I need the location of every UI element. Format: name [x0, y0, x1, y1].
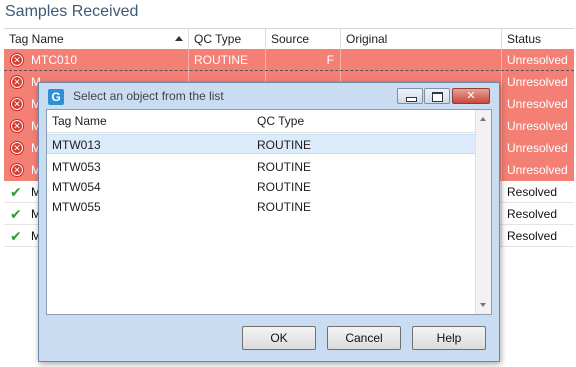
scroll-down-icon[interactable] [480, 303, 486, 307]
cell-status: Unresolved [507, 163, 568, 177]
error-icon [10, 53, 24, 67]
checkmark-icon: ✔ [10, 206, 22, 222]
error-icon [10, 119, 24, 133]
column-header-original[interactable]: Original [341, 29, 502, 49]
list-scrollbar[interactable] [475, 110, 491, 314]
table-row[interactable]: MTC010 ROUTINE F Unresolved [4, 49, 574, 71]
close-icon: ✕ [466, 90, 476, 102]
list-header: Tag Name QC Type [47, 110, 477, 133]
cell-source: F [266, 49, 341, 71]
error-icon [10, 75, 24, 89]
cell-status: Resolved [507, 207, 558, 221]
cell-status: Resolved [507, 185, 558, 199]
list-item[interactable]: MTW054 ROUTINE [47, 177, 477, 197]
ok-button[interactable]: OK [242, 326, 316, 350]
select-object-dialog: G Select an object from the list ✕ Tag N… [38, 82, 500, 362]
error-icon [10, 163, 24, 177]
cell-status: Unresolved [507, 75, 568, 89]
list-item[interactable]: MTW053 ROUTINE [47, 157, 477, 177]
cell-qc: ROUTINE [189, 49, 266, 71]
help-button[interactable]: Help [412, 326, 486, 350]
cell-status: Unresolved [507, 97, 568, 111]
error-icon [10, 141, 24, 155]
cell-original [341, 49, 502, 71]
cell-status: Resolved [507, 229, 558, 243]
list-item-tag: MTW013 [52, 138, 101, 152]
maximize-button[interactable] [424, 88, 450, 104]
list-item[interactable]: MTW013 ROUTINE [47, 134, 477, 154]
list-item[interactable]: MTW055 ROUTINE [47, 197, 477, 217]
cell-status: Unresolved [507, 53, 568, 67]
app-icon: G [48, 89, 64, 105]
close-button[interactable]: ✕ [452, 88, 490, 104]
error-icon [10, 97, 24, 111]
page-title: Samples Received [5, 3, 139, 20]
list-item-qc-type: ROUTINE [257, 160, 311, 174]
column-header-tag-name[interactable]: Tag Name [4, 29, 189, 49]
list-column-tag-name[interactable]: Tag Name [47, 110, 252, 132]
cell-status: Unresolved [507, 119, 568, 133]
list-item-tag: MTW053 [52, 160, 101, 174]
minimize-icon [406, 97, 417, 102]
scroll-up-icon[interactable] [480, 117, 486, 121]
list-item-tag: MTW055 [52, 200, 101, 214]
object-list[interactable]: Tag Name QC Type MTW013 ROUTINE MTW053 ROUT… [46, 109, 492, 315]
sort-ascending-icon [175, 36, 183, 41]
cell-status: Unresolved [507, 141, 568, 155]
column-header-source[interactable]: Source [266, 29, 341, 49]
maximize-icon [432, 92, 443, 102]
list-column-qc-type[interactable]: QC Type [252, 110, 477, 132]
cell-tag: MTC010 [4, 49, 189, 71]
list-item-qc-type: ROUTINE [257, 200, 311, 214]
list-item-tag: MTW054 [52, 180, 101, 194]
checkmark-icon: ✔ [10, 184, 22, 200]
list-item-qc-type: ROUTINE [257, 138, 311, 152]
column-header-qc-type[interactable]: QC Type [189, 29, 266, 49]
checkmark-icon: ✔ [10, 228, 22, 244]
minimize-button[interactable] [397, 88, 423, 104]
column-header-status[interactable]: Status [502, 29, 574, 49]
dialog-titlebar[interactable]: G Select an object from the list ✕ [39, 83, 499, 109]
column-header-label: Tag Name [9, 32, 64, 46]
cancel-button[interactable]: Cancel [327, 326, 401, 350]
grid-header: Tag Name QC Type Source Original Status [4, 28, 574, 50]
dialog-title: Select an object from the list [73, 89, 224, 103]
list-item-qc-type: ROUTINE [257, 180, 311, 194]
